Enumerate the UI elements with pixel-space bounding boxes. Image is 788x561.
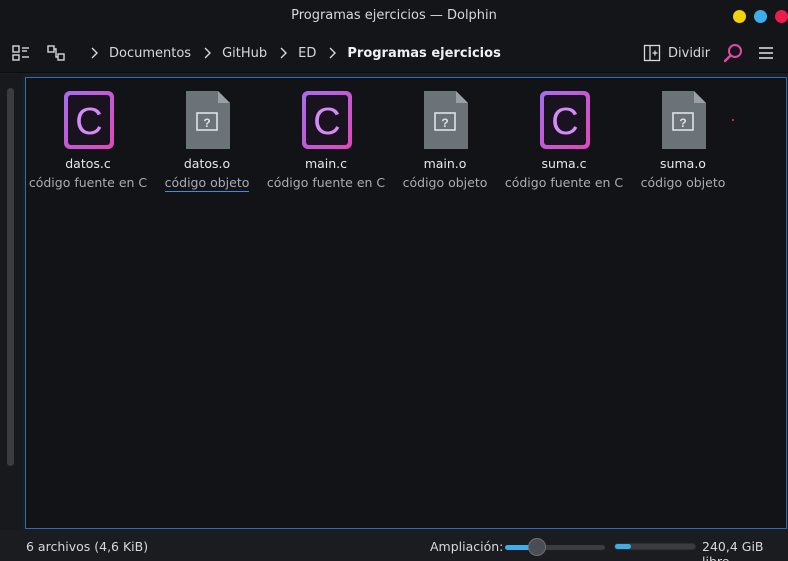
file-item-main-c[interactable]: C main.c código fuente en C — [266, 88, 386, 198]
svg-text:C: C — [313, 101, 340, 143]
object-file-icon: ? — [424, 91, 468, 149]
c-source-file-icon: C — [540, 91, 590, 149]
object-file-icon: ? — [662, 91, 706, 149]
svg-text:?: ? — [679, 116, 686, 130]
chevron-right-icon — [91, 47, 98, 59]
file-name: main.o — [423, 156, 467, 171]
split-button[interactable]: Dividir — [643, 33, 710, 73]
file-type: código objeto — [402, 175, 488, 190]
search-icon[interactable] — [722, 42, 744, 64]
minimize-button[interactable] — [733, 10, 746, 23]
breadcrumb-documentos[interactable]: Documentos — [109, 46, 191, 61]
file-name: suma.o — [660, 156, 706, 171]
file-name: datos.o — [183, 156, 231, 171]
item-count: 6 archivos (4,6 KiB) — [26, 539, 149, 554]
hamburger-menu-icon[interactable] — [758, 45, 774, 61]
file-type: código fuente en C — [504, 175, 624, 190]
svg-text:?: ? — [203, 116, 210, 130]
chevron-right-icon — [329, 47, 337, 59]
file-type: código fuente en C — [28, 175, 148, 190]
file-name: main.c — [304, 156, 348, 171]
toolbar: Documentos GitHub ED Programas ejercicio… — [0, 33, 788, 73]
object-file-icon: ? — [186, 91, 230, 149]
dolphin-window: Programas ejercicios — Dolphin Documento… — [0, 0, 788, 561]
file-name: datos.c — [65, 156, 111, 171]
file-item-main-o[interactable]: ? main.o código objeto — [385, 88, 505, 198]
breadcrumb-github[interactable]: GitHub — [222, 46, 267, 61]
svg-text:C: C — [75, 101, 102, 143]
breadcrumb-current[interactable]: Programas ejercicios — [347, 46, 500, 61]
chevron-right-icon — [280, 47, 288, 59]
file-item-datos-c[interactable]: C datos.c código fuente en C — [28, 88, 148, 198]
view-mode-icon[interactable] — [11, 43, 31, 63]
file-view[interactable]: C datos.c código fuente en C ? datos.o c… — [25, 77, 787, 529]
split-label: Dividir — [668, 45, 711, 61]
breadcrumb: Documentos GitHub ED Programas ejercicio… — [78, 33, 501, 73]
file-type: código fuente en C — [266, 175, 386, 190]
title-bar[interactable]: Programas ejercicios — Dolphin — [0, 0, 788, 33]
zoom-slider[interactable] — [505, 538, 605, 556]
close-button[interactable] — [775, 10, 788, 23]
file-type: código objeto — [147, 175, 267, 192]
file-type: código objeto — [640, 175, 726, 190]
breadcrumb-ed[interactable]: ED — [298, 46, 316, 61]
file-name: suma.c — [541, 156, 587, 171]
svg-text:C: C — [551, 101, 578, 143]
svg-text:?: ? — [441, 116, 448, 130]
c-source-file-icon: C — [302, 91, 352, 149]
chevron-right-icon — [204, 47, 212, 59]
free-space: 240,4 GiB libre — [702, 539, 764, 561]
zoom-label: Ampliación: — [430, 539, 504, 554]
disk-usage-bar[interactable] — [614, 543, 696, 550]
c-source-file-icon: C — [64, 91, 114, 149]
zoom-slider-handle[interactable] — [527, 538, 546, 556]
file-item-suma-c[interactable]: C suma.c código fuente en C — [504, 88, 624, 198]
scrollbar[interactable] — [7, 88, 14, 466]
window-title: Programas ejercicios — Dolphin — [291, 8, 497, 23]
disk-usage-fill — [615, 544, 631, 549]
file-item-datos-o[interactable]: ? datos.o código objeto — [147, 88, 267, 198]
file-type-text: código objeto — [164, 175, 250, 192]
split-view-icon[interactable] — [46, 43, 66, 63]
file-item-suma-o[interactable]: ? suma.o código objeto — [623, 88, 743, 198]
split-icon — [643, 44, 661, 62]
status-bar: 6 archivos (4,6 KiB) Ampliación: 240,4 G… — [0, 531, 788, 561]
cursor-dot — [732, 119, 734, 121]
maximize-button[interactable] — [754, 10, 767, 23]
